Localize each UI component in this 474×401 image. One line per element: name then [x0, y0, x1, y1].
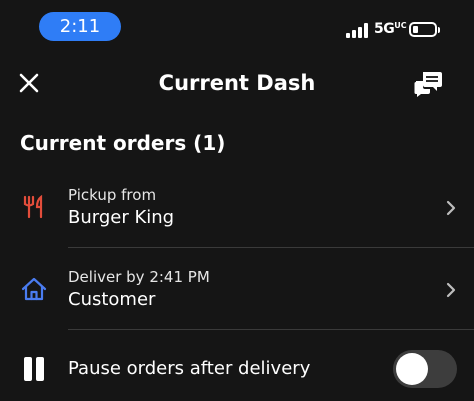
pause-orders-label: Pause orders after delivery: [68, 358, 311, 379]
chevron-right-icon: [444, 199, 458, 217]
network-label: 5G: [374, 21, 395, 37]
order-row-deliver[interactable]: Deliver by 2:41 PM Customer: [0, 250, 474, 330]
customer-name: Customer: [68, 289, 156, 310]
pickup-label: Pickup from: [68, 186, 157, 204]
chat-bubbles-icon: [414, 72, 442, 97]
pause-orders-row: Pause orders after delivery: [0, 340, 474, 398]
home-icon: [20, 275, 48, 303]
divider: [68, 247, 474, 248]
toggle-knob: [396, 353, 428, 385]
order-row-pickup[interactable]: Pickup from Burger King: [0, 168, 474, 248]
status-time-pill[interactable]: 2:11: [39, 12, 121, 41]
network-indicator: 5GUC: [374, 21, 407, 37]
battery-icon: [409, 22, 440, 37]
chevron-right-icon: [444, 281, 458, 299]
fork-knife-icon: [20, 193, 48, 221]
signal-icon: [346, 22, 370, 38]
divider: [68, 329, 474, 330]
current-orders-heading: Current orders (1): [20, 131, 226, 155]
chat-button[interactable]: [413, 68, 445, 100]
network-suffix: UC: [394, 21, 407, 30]
page-title: Current Dash: [158, 71, 316, 95]
pause-icon: [22, 357, 46, 381]
pickup-store-name: Burger King: [68, 207, 175, 228]
deliver-by-label: Deliver by 2:41 PM: [68, 268, 210, 286]
app-header: Current Dash: [0, 60, 474, 108]
status-bar: 2:11 5GUC: [0, 0, 474, 52]
pause-orders-toggle[interactable]: [393, 350, 457, 388]
status-time: 2:11: [59, 16, 101, 37]
